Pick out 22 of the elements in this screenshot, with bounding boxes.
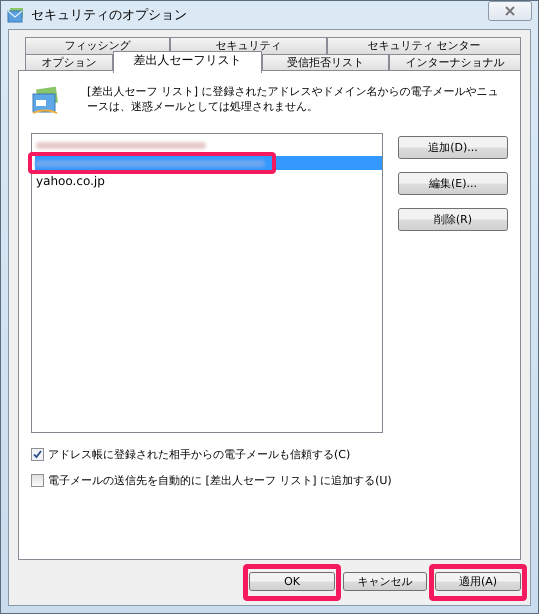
tab[interactable]: セキュリティ: [170, 37, 327, 54]
checkbox-label: アドレス帳に登録された相手からの電子メールも信頼する(C): [48, 447, 350, 462]
list-item[interactable]: yahoo.co.jp: [36, 174, 382, 188]
checkbox[interactable]: [31, 474, 44, 487]
tab[interactable]: 差出人セーフリスト: [113, 51, 262, 73]
checkbox-label: 電子メールの送信先を自動的に [差出人セーフ リスト] に追加する(U): [48, 473, 392, 488]
sender-list[interactable]: yahoo.co.jp: [31, 133, 383, 433]
dialog-button[interactable]: OK: [249, 572, 335, 591]
window-title: セキュリティのオプション: [31, 7, 188, 24]
tab[interactable]: セキュリティ センター: [327, 37, 521, 54]
checkbox[interactable]: [31, 448, 44, 461]
dialog-button[interactable]: 適用(A): [435, 572, 521, 591]
list-action-button[interactable]: 追加(D)...: [398, 136, 508, 159]
list-action-button[interactable]: 編集(E)...: [398, 172, 508, 195]
description-text: [差出人セーフ リスト] に登録されたアドレスやドメイン名からの電子メールやニュースは、迷惑メールとしては処理されません。: [87, 84, 500, 114]
envelope-icon: [31, 86, 61, 116]
close-button[interactable]: [488, 1, 532, 21]
close-icon: [504, 6, 516, 16]
dialog-button[interactable]: キャンセル: [343, 572, 427, 591]
list-action-button[interactable]: 削除(R): [398, 208, 508, 231]
envelope-icon: [7, 7, 25, 23]
tab[interactable]: フィッシング: [25, 37, 170, 54]
